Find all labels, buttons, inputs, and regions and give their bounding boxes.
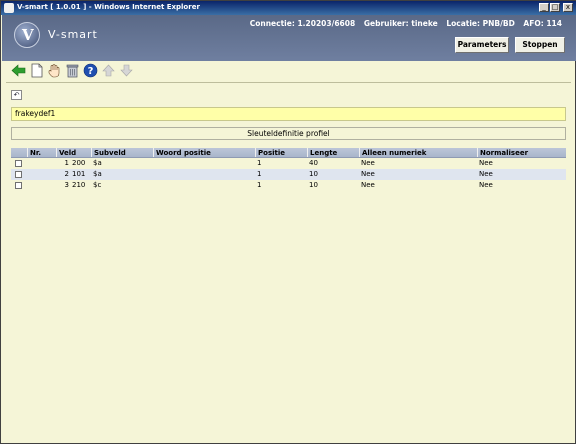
- parameters-button[interactable]: Parameters: [455, 37, 509, 53]
- table-row[interactable]: 3 210 $c 1 10 Nee Nee: [11, 180, 566, 191]
- svg-text:?: ?: [88, 66, 94, 77]
- back-arrow-icon[interactable]: [11, 63, 26, 78]
- row-checkbox[interactable]: [15, 182, 22, 189]
- cell-nr: 2: [64, 170, 69, 178]
- cell-positie: 1: [257, 159, 262, 167]
- header-nr: Nr.: [27, 148, 57, 157]
- row-checkbox[interactable]: [15, 160, 22, 167]
- help-icon[interactable]: ?: [83, 63, 98, 78]
- logo-letter: V: [22, 26, 34, 44]
- vsmart-logo: V: [14, 22, 40, 48]
- header-normaliseer: Normaliseer: [477, 148, 566, 157]
- cell-subveld: $c: [93, 181, 102, 189]
- cell-normaliseer: Nee: [479, 159, 493, 167]
- browser-window: V-smart [ 1.0.01 ] - Windows Internet Ex…: [0, 0, 576, 444]
- header-select: [11, 148, 25, 157]
- section-title: Sleuteldefinitie profiel: [11, 127, 566, 140]
- key-definition-table: Nr. Veld Subveld Woord positie Positie L…: [11, 148, 566, 191]
- cell-subveld: $a: [93, 170, 102, 178]
- user-label: Gebruiker: tineke: [363, 19, 438, 28]
- cell-alleen-numeriek: Nee: [361, 170, 375, 178]
- connection-info: Connectie: 1.20203/6608 Gebruiker: tinek…: [244, 19, 562, 28]
- header-veld: Veld: [56, 148, 91, 157]
- cell-alleen-numeriek: Nee: [361, 159, 375, 167]
- cell-veld: 200: [72, 159, 86, 167]
- header-lengte: Lengte: [307, 148, 359, 157]
- stop-button[interactable]: Stoppen: [515, 37, 565, 53]
- connection-label: Connectie: 1.20203/6608: [249, 19, 356, 28]
- select-hand-icon[interactable]: [47, 63, 62, 78]
- cell-nr: 3: [64, 181, 69, 189]
- cell-nr: 1: [64, 159, 69, 167]
- cell-positie: 1: [257, 181, 262, 189]
- maximize-button[interactable]: □: [550, 3, 560, 12]
- cell-woord-positie: [155, 180, 255, 191]
- move-down-icon[interactable]: [119, 63, 134, 78]
- app-header: V V-smart Connectie: 1.20203/6608 Gebrui…: [2, 15, 576, 61]
- cell-normaliseer: Nee: [479, 181, 493, 189]
- move-up-icon[interactable]: [101, 63, 116, 78]
- location-label: Locatie: PNB/BD: [446, 19, 515, 28]
- profile-name-field: frakeydef1: [11, 107, 566, 121]
- undo-icon[interactable]: ↶: [11, 90, 22, 100]
- close-button[interactable]: x: [563, 3, 573, 12]
- delete-trash-icon[interactable]: [65, 63, 80, 78]
- cell-woord-positie: [155, 169, 255, 180]
- table-row[interactable]: 2 101 $a 1 10 Nee Nee: [11, 169, 566, 180]
- cell-lengte: 10: [309, 170, 318, 178]
- cell-lengte: 40: [309, 159, 318, 167]
- cell-subveld: $a: [93, 159, 102, 167]
- title-bar: V-smart [ 1.0.01 ] - Windows Internet Ex…: [1, 1, 576, 15]
- cell-woord-positie: [155, 158, 255, 169]
- cell-normaliseer: Nee: [479, 170, 493, 178]
- header-woord-positie: Woord positie: [153, 148, 255, 157]
- cell-veld: 210: [72, 181, 86, 189]
- header-alleen-numeriek: Alleen numeriek: [359, 148, 477, 157]
- cell-alleen-numeriek: Nee: [361, 181, 375, 189]
- new-document-icon[interactable]: [29, 63, 44, 78]
- ie-icon: [4, 3, 14, 13]
- table-header: Nr. Veld Subveld Woord positie Positie L…: [11, 148, 566, 158]
- row-checkbox[interactable]: [15, 171, 22, 178]
- afo-label: AFO: 114: [523, 19, 562, 28]
- header-subveld: Subveld: [91, 148, 153, 157]
- cell-positie: 1: [257, 170, 262, 178]
- window-title: V-smart [ 1.0.01 ] - Windows Internet Ex…: [17, 3, 200, 11]
- logo-text: V-smart: [48, 28, 98, 41]
- toolbar-divider: [6, 82, 571, 83]
- cell-veld: 101: [72, 170, 86, 178]
- cell-lengte: 10: [309, 181, 318, 189]
- minimize-button[interactable]: _: [539, 3, 549, 12]
- table-row[interactable]: 1 200 $a 1 40 Nee Nee: [11, 158, 566, 169]
- header-positie: Positie: [255, 148, 307, 157]
